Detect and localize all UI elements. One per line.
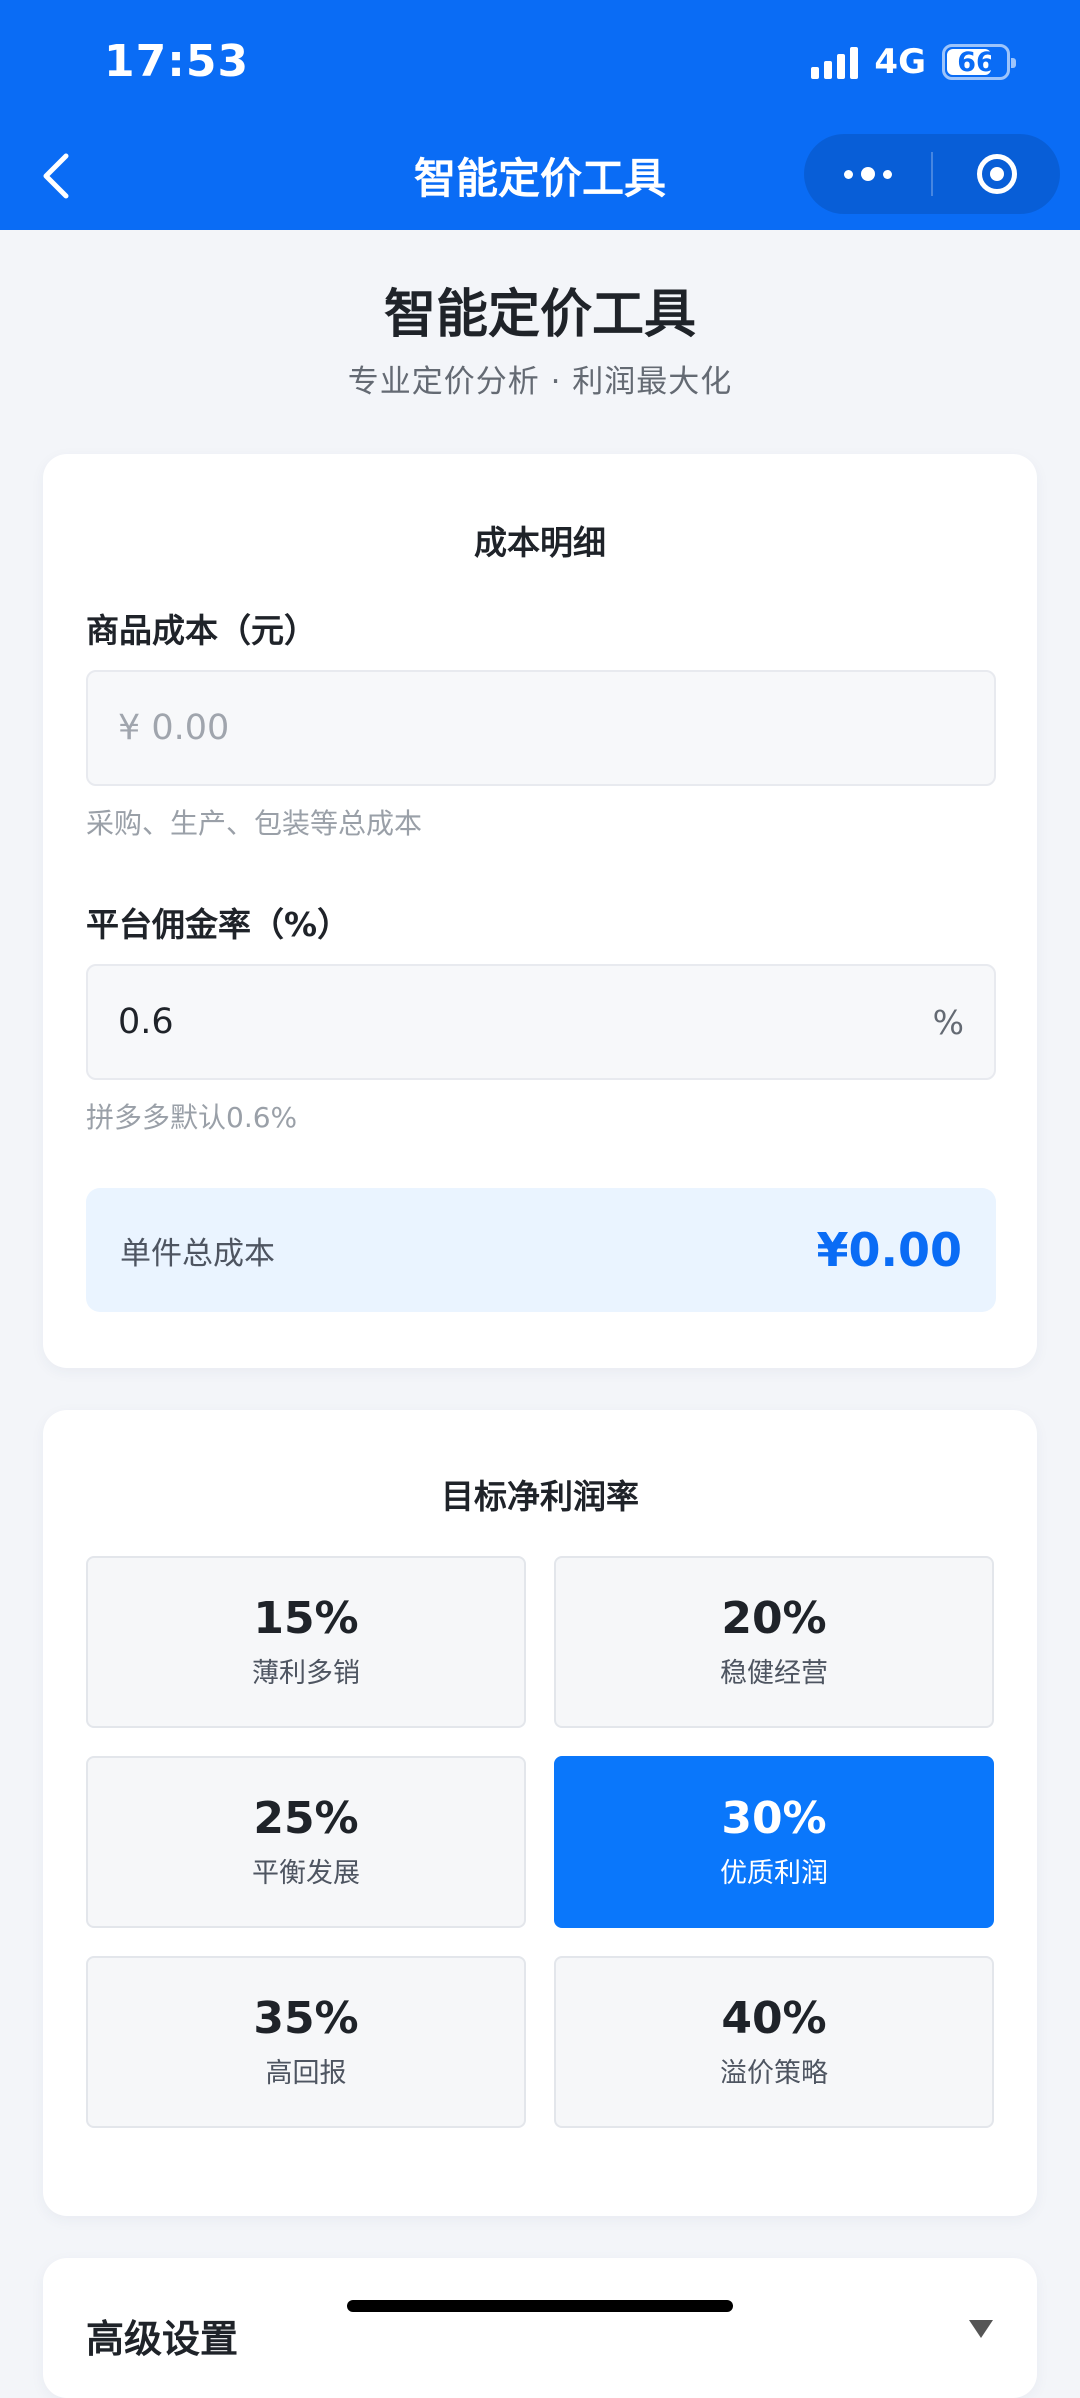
total-cost-label: 单件总成本 [120, 1235, 275, 1272]
percent-suffix: % [932, 1002, 964, 1042]
advanced-settings-card[interactable]: 高级设置 [43, 2258, 1037, 2398]
total-cost-box: 单件总成本 ¥0.00 [86, 1188, 996, 1312]
commission-label: 平台佣金率（%） [86, 905, 351, 944]
profit-option-35[interactable]: 35% 高回报 [86, 1956, 526, 2128]
product-cost-field [86, 670, 996, 786]
option-percent: 40% [721, 1993, 827, 2045]
cost-card-title: 成本明细 [474, 523, 606, 562]
option-percent: 25% [253, 1793, 359, 1845]
profit-option-25[interactable]: 25% 平衡发展 [86, 1756, 526, 1928]
home-indicator [347, 2300, 733, 2312]
target-icon [976, 154, 1017, 194]
product-cost-label: 商品成本（元） [86, 611, 317, 650]
more-button[interactable] [804, 134, 931, 214]
battery-level: 66 [957, 46, 995, 78]
close-program-button[interactable] [933, 134, 1060, 214]
total-cost-value: ¥0.00 [816, 1223, 962, 1277]
status-indicators: 4G 66 [811, 40, 1016, 84]
page-title: 智能定价工具 [383, 285, 696, 345]
profit-card-title: 目标净利润率 [441, 1477, 639, 1516]
option-description: 薄利多销 [252, 1657, 360, 1689]
profit-option-30[interactable]: 30% 优质利润 [554, 1756, 994, 1928]
option-percent: 20% [721, 1593, 827, 1645]
profit-option-20[interactable]: 20% 稳健经营 [554, 1556, 994, 1728]
option-percent: 35% [253, 1993, 359, 2045]
option-description: 溢价策略 [720, 2057, 828, 2089]
product-cost-hint: 采购、生产、包装等总成本 [86, 807, 423, 840]
battery-icon: 66 [942, 44, 1016, 80]
commission-field: % [86, 964, 996, 1080]
mini-program-capsule [804, 134, 1060, 214]
signal-icon [811, 45, 859, 79]
more-dots-icon [843, 167, 892, 181]
option-description: 稳健经营 [720, 1657, 828, 1689]
option-percent: 30% [721, 1793, 827, 1845]
option-description: 优质利润 [720, 1857, 828, 1889]
top-bar: 17:53 4G 66 智能定价工具 [0, 0, 1080, 230]
profit-rate-card: 目标净利润率 15% 薄利多销 20% 稳健经营 25% 平衡发展 30% 优质… [43, 1410, 1037, 2216]
chevron-down-icon[interactable] [969, 2320, 993, 2338]
option-percent: 15% [253, 1593, 359, 1645]
status-time: 17:53 [104, 36, 250, 87]
option-description: 平衡发展 [252, 1857, 360, 1889]
commission-hint: 拼多多默认0.6% [86, 1101, 298, 1134]
advanced-settings-title: 高级设置 [86, 2317, 239, 2361]
network-type: 4G [874, 42, 926, 82]
option-description: 高回报 [265, 2057, 347, 2089]
profit-option-15[interactable]: 15% 薄利多销 [86, 1556, 526, 1728]
commission-input[interactable] [118, 1002, 933, 1042]
page-subtitle: 专业定价分析 · 利润最大化 [347, 364, 733, 400]
product-cost-input[interactable] [118, 708, 964, 748]
cost-detail-card: 成本明细 商品成本（元） 采购、生产、包装等总成本 平台佣金率（%） % 拼多多… [43, 454, 1037, 1368]
profit-option-40[interactable]: 40% 溢价策略 [554, 1956, 994, 2128]
